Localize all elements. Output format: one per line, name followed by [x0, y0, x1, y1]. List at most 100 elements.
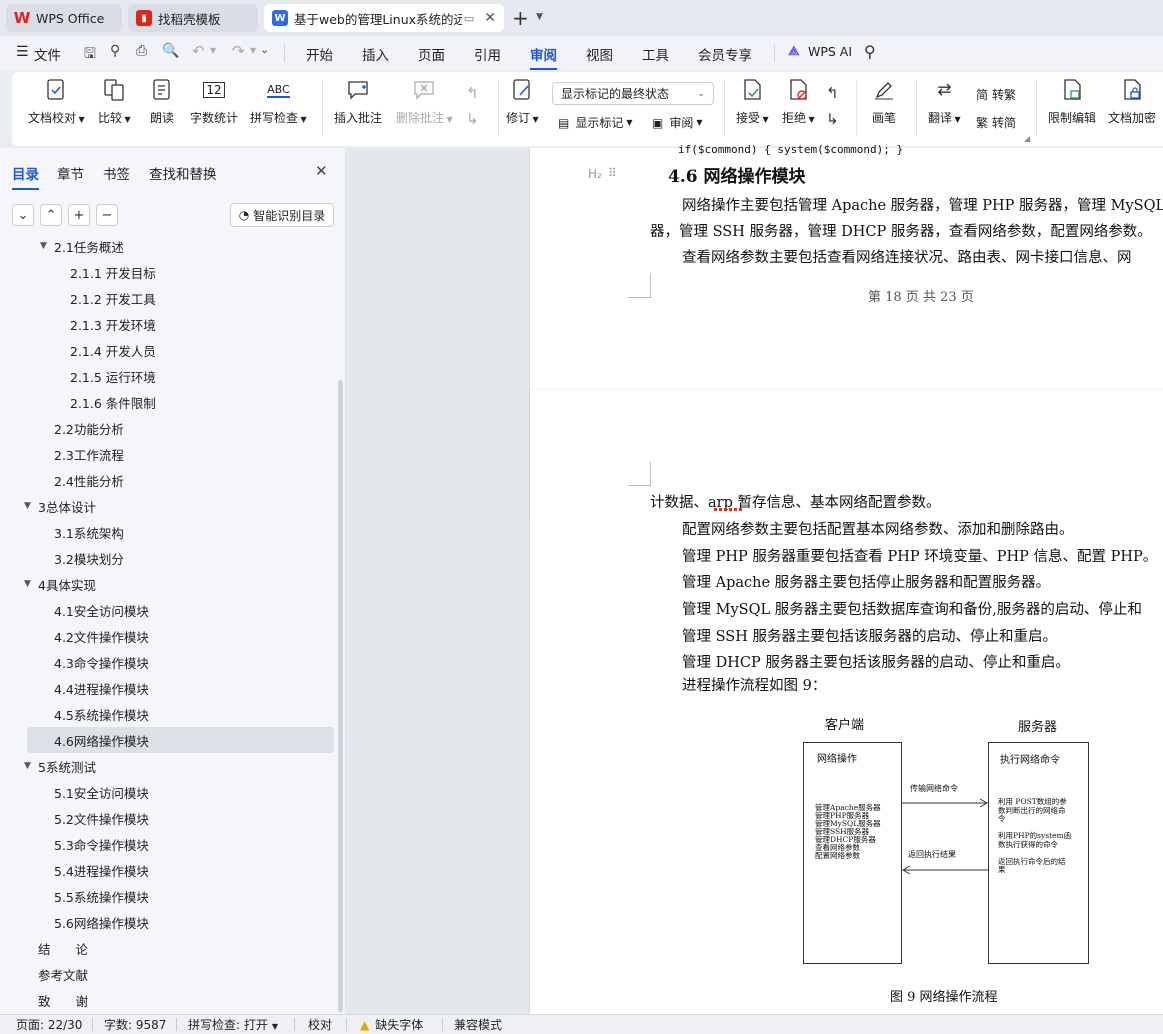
toc-item[interactable]: 2.1.4 开发人员	[0, 337, 338, 363]
status-spell-check[interactable]: 拼写检查: 打开 ▼	[188, 1016, 278, 1033]
save-icon[interactable]: 🖫	[84, 43, 96, 67]
menu-review[interactable]: 审阅	[530, 44, 557, 70]
tab-bookmarks[interactable]: 书签	[103, 163, 130, 183]
toc-item[interactable]: 5.2文件操作模块	[0, 805, 338, 831]
toc-item[interactable]: 2.1.2 开发工具	[0, 285, 338, 311]
expand-down-button[interactable]: ⌄	[12, 204, 34, 226]
toc-item[interactable]: 2.1.1 开发目标	[0, 259, 338, 285]
undo-icon[interactable]: ↶	[192, 42, 205, 60]
toc-item[interactable]: 5.6网络操作模块	[0, 909, 338, 935]
toc-item[interactable]: ▼ 3总体设计	[0, 493, 338, 519]
toc-scrollbar[interactable]	[338, 380, 343, 1012]
quick-access-more-icon[interactable]: ⌄	[260, 43, 269, 56]
toc-collapse-caret-icon[interactable]: ▼	[24, 501, 31, 511]
share-icon[interactable]: ⚲	[110, 43, 120, 59]
tab-toc[interactable]: 目录	[12, 163, 39, 190]
show-markup-button[interactable]: ▤ 显示标记 ▼	[558, 114, 633, 131]
status-proofread[interactable]: 校对	[308, 1016, 332, 1033]
track-changes-button[interactable]: 修订 ▼	[506, 78, 539, 126]
toc-item[interactable]: ▼ 2.1任务概述	[0, 236, 338, 259]
toc-item[interactable]: 4.5系统操作模块	[0, 701, 338, 727]
next-change-icon[interactable]: ↳	[826, 110, 839, 128]
tab-wps-office[interactable]: W WPS Office	[6, 4, 122, 32]
tab-chapters[interactable]: 章节	[57, 163, 84, 183]
menu-insert[interactable]: 插入	[362, 44, 389, 64]
toc-item[interactable]: 3.2模块划分	[0, 545, 338, 571]
search-icon[interactable]: ⚲	[864, 42, 876, 61]
toc-item[interactable]: ▼ 4具体实现	[0, 571, 338, 597]
new-tab-icon[interactable]: +	[512, 6, 529, 30]
reject-button[interactable]: 拒绝 ▼	[782, 78, 815, 126]
toc-item[interactable]: 2.1.6 条件限制	[0, 389, 338, 415]
toc-item[interactable]: 2.4性能分析	[0, 467, 338, 493]
hamburger-icon[interactable]: ☰	[16, 44, 29, 60]
compare-button[interactable]: 比较 ▼	[98, 78, 131, 126]
toc-item[interactable]: 5.1安全访问模块	[0, 779, 338, 805]
toc-item[interactable]: ▼ 5系统测试	[0, 753, 338, 779]
remove-heading-button[interactable]: −	[96, 204, 118, 226]
toc-collapse-caret-icon[interactable]: ▼	[24, 579, 31, 589]
menu-references[interactable]: 引用	[474, 44, 501, 64]
redo-dropdown-icon[interactable]: ▼	[250, 46, 256, 55]
prev-change-icon[interactable]: ↰	[826, 84, 839, 102]
drag-handle-icon[interactable]: ⠿	[608, 166, 617, 180]
status-word-count[interactable]: 字数: 9587	[104, 1016, 166, 1033]
delete-comment-button[interactable]: 删除批注 ▼	[396, 78, 453, 126]
tab-docer-templates[interactable]: ▮ 找稻壳模板	[128, 4, 258, 32]
menu-page[interactable]: 页面	[418, 44, 445, 64]
doc-check-button[interactable]: 文档校对 ▼	[28, 78, 85, 126]
menu-view[interactable]: 视图	[586, 44, 613, 64]
toc-collapse-caret-icon[interactable]: ▼	[24, 761, 31, 771]
menu-home[interactable]: 开始	[306, 44, 333, 64]
review-pane-button[interactable]: ▣ 审阅 ▼	[652, 114, 703, 131]
tab-document[interactable]: W 基于web的管理Linux系统的远 ▭ ✕	[264, 4, 504, 32]
toc-item[interactable]: 5.5系统操作模块	[0, 883, 338, 909]
toc-item[interactable]: 2.2功能分析	[0, 415, 338, 441]
toc-item[interactable]: 4.2文件操作模块	[0, 623, 338, 649]
add-heading-button[interactable]: +	[68, 204, 90, 226]
spell-check-button[interactable]: ABC 拼写检查 ▼	[250, 78, 307, 126]
toc-item[interactable]: 4.6网络操作模块	[27, 727, 334, 753]
tab-find-replace[interactable]: 查找和替换	[149, 163, 217, 183]
menu-member[interactable]: 会员专享	[698, 44, 752, 64]
accept-button[interactable]: 接受 ▼	[736, 78, 769, 126]
word-count-button[interactable]: 12 字数统计	[190, 78, 238, 126]
status-page[interactable]: 页面: 22/30	[16, 1016, 82, 1033]
close-tab-icon[interactable]: ✕	[484, 10, 496, 26]
menu-tools[interactable]: 工具	[642, 44, 669, 64]
toc-item[interactable]: 2.3工作流程	[0, 441, 338, 467]
toc-item[interactable]: 致 谢	[0, 987, 338, 1012]
menu-wps-ai[interactable]: WPS AI	[808, 44, 852, 59]
tab-list-chevron-icon[interactable]: ▼	[536, 12, 543, 22]
toc-item[interactable]: 5.4进程操作模块	[0, 857, 338, 883]
print-preview-icon[interactable]: 🔍	[162, 43, 179, 59]
read-aloud-button[interactable]: 朗读	[150, 78, 174, 126]
restrict-edit-button[interactable]: 限制编辑	[1048, 78, 1096, 126]
next-comment-icon[interactable]: ↳	[466, 110, 479, 128]
menu-file[interactable]: 文件	[34, 44, 61, 64]
encrypt-button[interactable]: 文档加密	[1108, 78, 1156, 126]
toc-item[interactable]: 结 论	[0, 935, 338, 961]
undo-dropdown-icon[interactable]: ▼	[210, 46, 216, 55]
pen-button[interactable]: 画笔	[872, 78, 896, 126]
translate-button[interactable]: ⇄ 翻译 ▼	[928, 78, 961, 126]
toc-item[interactable]: 3.1系统架构	[0, 519, 338, 545]
markup-mode-select[interactable]: 显示标记的最终状态 ⌄	[552, 82, 714, 105]
redo-icon[interactable]: ↷	[232, 42, 245, 60]
toc-item[interactable]: 4.1安全访问模块	[0, 597, 338, 623]
insert-comment-button[interactable]: 插入批注	[334, 78, 382, 126]
toc-item[interactable]: 5.3命令操作模块	[0, 831, 338, 857]
toc-item[interactable]: 2.1.5 运行环境	[0, 363, 338, 389]
to-simplified-button[interactable]: 繁转简	[976, 114, 1016, 131]
print-icon[interactable]: ⎙	[136, 43, 147, 59]
toc-item[interactable]: 2.1.3 开发环境	[0, 311, 338, 337]
smart-toc-button[interactable]: ◔ 智能识别目录	[230, 203, 334, 227]
status-missing-font[interactable]: ▲ 缺失字体	[360, 1016, 423, 1033]
window-mode-icon[interactable]: ▭	[464, 12, 474, 25]
to-traditional-button[interactable]: 简转繁	[976, 86, 1016, 103]
prev-comment-icon[interactable]: ↰	[466, 84, 479, 102]
group-expand-icon[interactable]: ◢	[1024, 134, 1030, 143]
close-pane-icon[interactable]: ✕	[315, 162, 328, 180]
toc-collapse-caret-icon[interactable]: ▼	[40, 241, 47, 251]
toc-item[interactable]: 4.3命令操作模块	[0, 649, 338, 675]
